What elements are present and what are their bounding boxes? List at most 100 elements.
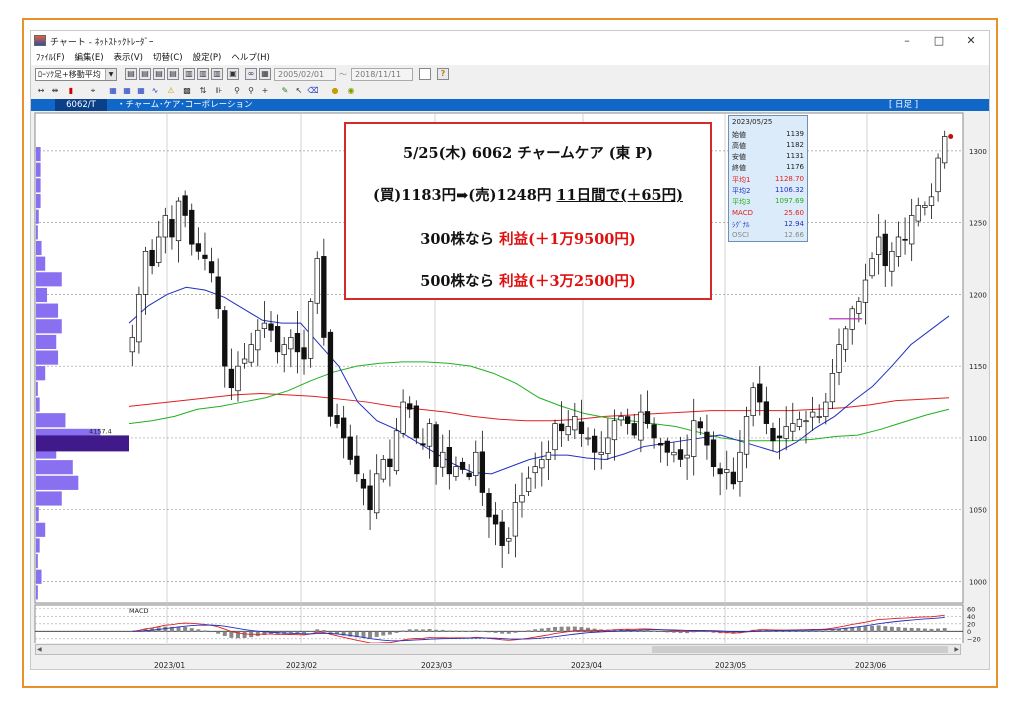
chart-layout-3-icon[interactable]: ▤: [153, 68, 165, 80]
menu-file[interactable]: ﾌｧｲﾙ(F): [31, 51, 70, 65]
volume-profile-bar: [36, 475, 79, 490]
info-key: 平均3: [732, 198, 751, 206]
macd-histogram-bar: [698, 631, 703, 632]
volume-profile-bar: [36, 491, 62, 506]
scrollbar-thumb[interactable]: [652, 646, 948, 653]
sort-icon[interactable]: ⇅: [197, 86, 209, 98]
macd-histogram-bar: [823, 630, 828, 632]
window-title: チャート - ﾈｯﾄｽﾄｯｸﾄﾚｰﾀﾞｰ: [50, 38, 154, 48]
macd-histogram-bar: [401, 630, 406, 632]
macd-histogram-bar: [553, 626, 557, 632]
zoom-icon[interactable]: ∞: [245, 68, 257, 80]
window-3-icon[interactable]: ▥: [211, 68, 223, 80]
menu-switch[interactable]: 切替(C): [148, 51, 188, 65]
arrow-left-right-icon[interactable]: ↔: [35, 86, 47, 98]
search-icon[interactable]: ⚲: [231, 86, 243, 98]
info-row-osci: OSCI 12.66: [732, 231, 804, 241]
date-to-field[interactable]: 2018/11/11: [351, 68, 413, 81]
candle-body: [532, 466, 538, 474]
close-button[interactable]: ✕: [957, 33, 985, 49]
candle-body: [222, 310, 228, 367]
candle-body: [710, 439, 717, 467]
info-key: 平均2: [732, 187, 751, 195]
help-button[interactable]: ?: [437, 68, 449, 80]
warning-icon[interactable]: ⚠: [165, 86, 177, 98]
candle-body: [922, 205, 928, 208]
scroll-left-icon[interactable]: ◀: [37, 645, 42, 654]
chart-layout-2-icon[interactable]: ▤: [139, 68, 151, 80]
window-icon[interactable]: ▥: [183, 68, 195, 80]
candle-body: [724, 469, 730, 473]
globe-icon[interactable]: ◉: [345, 86, 357, 98]
candle-body: [327, 331, 334, 417]
eraser-icon[interactable]: ⌫: [307, 86, 319, 98]
price-tick-label: 1050: [969, 507, 987, 515]
step-arrows-icon[interactable]: ⇹: [49, 86, 61, 98]
macd-histogram-bar: [817, 630, 822, 632]
crosshair-icon[interactable]: +: [259, 86, 271, 98]
pencil-icon[interactable]: ✎: [279, 86, 291, 98]
macd-histogram-bar: [520, 631, 524, 632]
calendar-icon[interactable]: ▦: [259, 68, 271, 80]
minimize-button[interactable]: –: [893, 33, 921, 49]
x-tick-label: 2023/04: [571, 661, 603, 670]
candle-body: [558, 423, 565, 432]
chart-layout-icon[interactable]: ▤: [125, 68, 137, 80]
candle-body: [380, 459, 386, 480]
info-value: 25.60: [783, 209, 804, 217]
macd-histogram-bar: [328, 631, 333, 633]
trade-buy-sell: (買)1183円➡(売)1248円: [373, 187, 557, 204]
macd-histogram-bar: [467, 630, 472, 632]
grid-icon[interactable]: ▩: [181, 86, 193, 98]
indicator-2-icon[interactable]: ▦: [121, 86, 133, 98]
macd-label: MACD: [129, 607, 148, 615]
chart-layout-4-icon[interactable]: ▤: [167, 68, 179, 80]
candle-body: [162, 215, 168, 238]
scroll-right-icon[interactable]: ▶: [954, 645, 959, 654]
menu-edit[interactable]: 編集(E): [70, 51, 109, 65]
pointer-icon[interactable]: ↖: [293, 86, 305, 98]
price-tick-label: 1250: [969, 220, 987, 228]
candle-body: [519, 495, 525, 503]
volume-icon[interactable]: ⊪: [213, 86, 225, 98]
candle-body: [182, 195, 188, 216]
info-row-signal: ｼｸﾞﾅﾙ 12.94: [732, 220, 804, 230]
x-tick-label: 2023/01: [154, 661, 186, 670]
macd-histogram-bar: [652, 630, 657, 632]
info-value: 12.94: [783, 220, 804, 228]
info-key: 終値: [732, 164, 746, 172]
candle-body: [790, 423, 796, 432]
window-2-icon[interactable]: ▥: [197, 68, 209, 80]
menu-view[interactable]: 表示(V): [109, 51, 148, 65]
candle-body: [360, 478, 367, 489]
menu-help[interactable]: ヘルプ(H): [226, 51, 275, 65]
wave-icon[interactable]: ∿: [149, 86, 161, 98]
macd-histogram-bar: [460, 630, 465, 632]
magnifier-icon[interactable]: ⚲: [245, 86, 257, 98]
macd-histogram-bar: [889, 626, 894, 632]
candle-body: [506, 538, 512, 542]
indicator-1-icon[interactable]: ▦: [107, 86, 119, 98]
menu-settings[interactable]: 設定(P): [188, 51, 227, 65]
candle-body: [875, 236, 882, 255]
candle-type-icon[interactable]: ▮: [65, 86, 77, 98]
candle-body: [466, 472, 472, 478]
horizontal-scrollbar[interactable]: ◀ ▶: [35, 644, 961, 655]
candle-body: [776, 435, 783, 439]
chart-type-select[interactable]: ﾛｰｿｸ足+移動平均 ▼: [35, 68, 117, 81]
coins-icon[interactable]: ●: [329, 86, 341, 98]
cursor-tool-icon[interactable]: ⌖: [87, 86, 99, 98]
macd-histogram-bar: [863, 626, 868, 632]
date-from-field[interactable]: 2005/02/01: [274, 68, 336, 81]
macd-histogram-bar: [480, 630, 485, 632]
info-date: 2023/05/25: [732, 118, 773, 126]
chevron-down-icon: ▼: [105, 69, 116, 80]
print-icon[interactable]: ▣: [227, 68, 239, 80]
candle-body: [215, 276, 221, 310]
checkbox-icon[interactable]: [419, 68, 431, 80]
volume-profile-label: 4157.4: [89, 427, 112, 435]
candle-body: [796, 418, 803, 427]
maximize-button[interactable]: □: [925, 33, 953, 49]
indicator-3-icon[interactable]: ▦: [135, 86, 147, 98]
volume-profile-bar: [36, 381, 38, 396]
